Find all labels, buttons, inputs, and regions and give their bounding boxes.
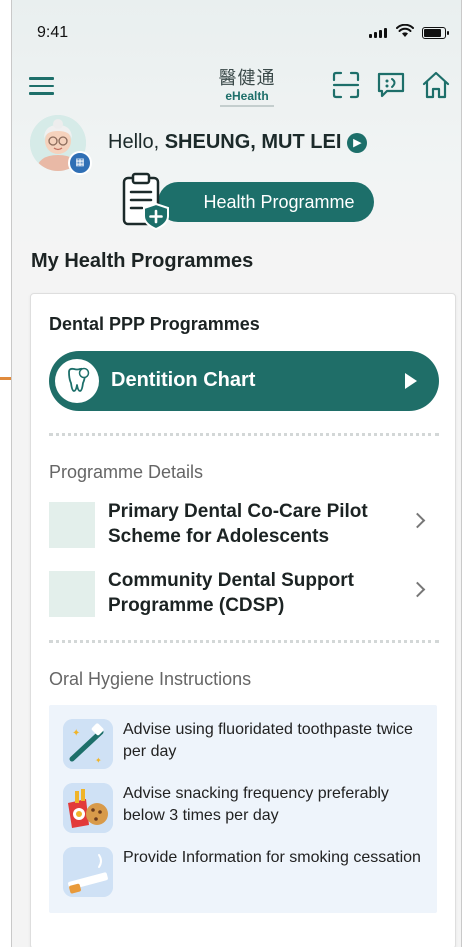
oral-hygiene-title: Oral Hygiene Instructions (49, 669, 252, 689)
programme-item[interactable]: Community Dental Support Programme (CDSP… (49, 568, 439, 622)
chevron-right-icon (409, 512, 426, 529)
phone-screen: 9:41 醫健通 eHealth ▦ Hello, SHEUNG, MUT LE… (11, 0, 462, 947)
card-title: Dental PPP Programmes (49, 314, 260, 334)
health-programme-button[interactable]: Health Programme (158, 182, 374, 222)
svg-text:✦: ✦ (95, 756, 102, 765)
ehealth-logo: 醫健通 eHealth (215, 64, 279, 107)
divider (49, 433, 439, 436)
dental-programmes-card: Dental PPP Programmes Dentition Chart Pr… (30, 293, 456, 947)
clipboard-shield-icon (122, 172, 169, 231)
tip-item: ✦ ✦ Advise using fluoridated toothpaste … (63, 717, 423, 771)
qr-code-icon[interactable]: ▦ (68, 151, 92, 175)
tip-text: Advise snacking frequency preferably bel… (123, 785, 389, 824)
play-icon (405, 373, 417, 389)
divider (49, 640, 439, 643)
greeting-prefix: Hello, (108, 131, 165, 153)
dentition-chart-label: Dentition Chart (111, 369, 256, 391)
cigarette-icon (63, 847, 113, 897)
status-time: 9:41 (37, 24, 69, 41)
tip-item: Provide Information for smoking cessatio… (63, 845, 423, 899)
toothbrush-icon: ✦ ✦ (63, 719, 113, 769)
logo-english: eHealth (225, 89, 269, 103)
health-programme-label: Health Programme (203, 192, 355, 212)
oral-hygiene-panel: ✦ ✦ Advise using fluoridated toothpaste … (49, 705, 437, 913)
tooth-icon (55, 359, 99, 403)
logo-chinese: 醫健通 (218, 68, 276, 89)
tip-text: Advise using fluoridated toothpaste twic… (123, 721, 413, 760)
chevron-right-icon (409, 581, 426, 598)
snacks-icon (63, 783, 113, 833)
programme-label: Community Dental Support Programme (CDSP… (108, 570, 354, 616)
programme-thumbnail (49, 502, 95, 548)
battery-icon (422, 27, 449, 39)
programme-label: Primary Dental Co-Care Pilot Scheme for … (108, 501, 368, 547)
programme-item[interactable]: Primary Dental Co-Care Pilot Scheme for … (49, 499, 439, 553)
edge-marker (0, 377, 11, 380)
home-icon[interactable] (421, 70, 451, 100)
user-name: SHEUNG, MUT LEI (164, 131, 342, 153)
section-title: My Health Programmes (31, 250, 254, 272)
chevron-right-icon[interactable]: ▶ (347, 133, 368, 153)
greeting-text[interactable]: Hello, SHEUNG, MUT LEI ▶ (108, 131, 368, 154)
scan-icon[interactable] (331, 70, 361, 100)
programme-details-title: Programme Details (49, 462, 204, 482)
svg-text:✦: ✦ (72, 728, 80, 739)
tip-item: Advise snacking frequency preferably bel… (63, 781, 423, 835)
programme-thumbnail (49, 571, 95, 617)
signal-icon (369, 28, 387, 38)
wifi-icon (396, 24, 414, 37)
status-bar: 9:41 (12, 0, 461, 50)
dentition-chart-button[interactable]: Dentition Chart (49, 351, 439, 411)
message-icon[interactable] (376, 70, 406, 100)
greeting-row[interactable]: ▦ Hello, SHEUNG, MUT LEI ▶ (30, 115, 450, 175)
tip-text: Provide Information for smoking cessatio… (123, 849, 421, 866)
menu-icon[interactable] (29, 72, 59, 102)
